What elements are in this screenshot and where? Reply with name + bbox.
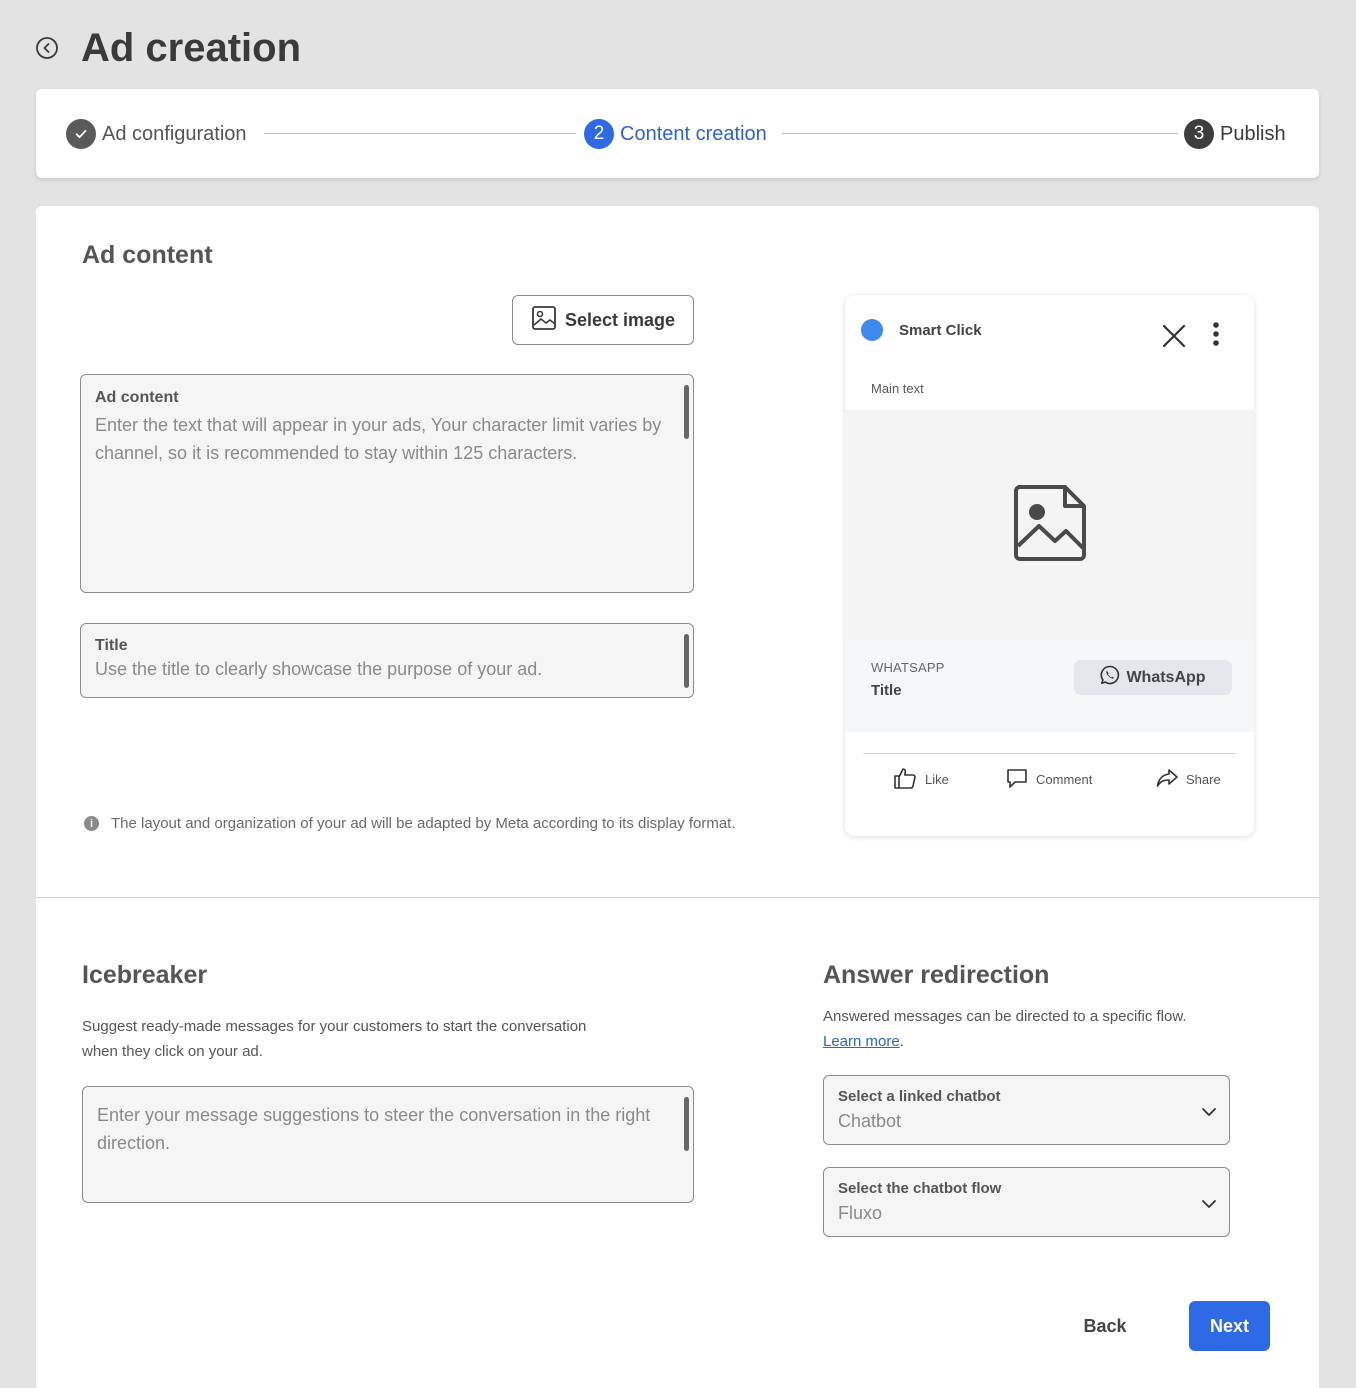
image-icon [1013, 484, 1087, 567]
comment-icon [1006, 767, 1028, 792]
stepper: Ad configuration 2 Content creation 3 Pu… [36, 89, 1319, 178]
preview-title: Title [871, 682, 902, 699]
preview-main-text: Main text [871, 381, 924, 396]
back-icon[interactable] [35, 36, 59, 60]
select-image-button[interactable]: Select image [512, 295, 694, 345]
learn-more-link[interactable]: Learn more [823, 1033, 900, 1050]
flow-select[interactable]: Select the chatbot flow Fluxo [823, 1167, 1230, 1237]
title-field[interactable]: Title [80, 623, 694, 698]
ad-content-field[interactable]: Ad content [80, 374, 694, 593]
icebreaker-description-line: when they click on your ad. [82, 1043, 263, 1060]
layout-note: i The layout and organization of your ad… [84, 815, 736, 832]
redirection-heading: Answer redirection [823, 961, 1050, 989]
preview-channel: WHATSAPP [871, 660, 945, 675]
thumbs-up-icon [893, 767, 917, 792]
chatbot-select[interactable]: Select a linked chatbot Chatbot [823, 1075, 1230, 1145]
step-ad-configuration[interactable]: Ad configuration [66, 119, 247, 149]
icebreaker-description: Suggest ready-made messages for your cus… [82, 1014, 642, 1064]
step-label: Ad configuration [102, 122, 247, 145]
back-button[interactable]: Back [1066, 1301, 1144, 1351]
image-icon [531, 305, 557, 336]
like-label: Like [925, 771, 949, 787]
scrollbar[interactable] [684, 385, 689, 439]
comment-button[interactable]: Comment [1006, 767, 1092, 791]
step-label: Content creation [620, 122, 767, 145]
share-label: Share [1186, 771, 1221, 787]
learn-more-line: Learn more. [823, 1033, 904, 1050]
share-icon [1156, 768, 1178, 791]
ad-preview: Smart Click Main text WHATSAPP Title Wha… [845, 295, 1254, 836]
info-icon: i [84, 816, 99, 831]
preview-brand: Smart Click [899, 322, 982, 339]
like-button[interactable]: Like [893, 767, 949, 791]
whatsapp-cta-button[interactable]: WhatsApp [1074, 660, 1232, 695]
next-button[interactable]: Next [1189, 1301, 1270, 1351]
share-button[interactable]: Share [1156, 767, 1221, 791]
title-label: Title [95, 637, 128, 654]
whatsapp-icon [1100, 665, 1120, 690]
icebreaker-description-line: Suggest ready-made messages for your cus… [82, 1018, 587, 1035]
scrollbar[interactable] [684, 634, 689, 688]
preview-image-placeholder [845, 410, 1254, 640]
chatbot-select-value: Chatbot [838, 1111, 902, 1131]
close-icon[interactable] [1161, 323, 1187, 354]
whatsapp-cta-label: WhatsApp [1126, 668, 1206, 686]
more-vertical-icon[interactable] [1211, 321, 1221, 352]
icebreaker-heading: Icebreaker [82, 961, 208, 989]
page-title: Ad creation [81, 26, 302, 70]
step-content-creation[interactable]: 2 Content creation [584, 119, 767, 149]
ad-content-label: Ad content [95, 389, 179, 406]
step-connector [264, 133, 576, 134]
redirection-description: Answered messages can be directed to a s… [823, 1004, 1243, 1054]
icebreaker-input[interactable] [97, 1101, 679, 1187]
select-image-label: Select image [564, 309, 676, 330]
flow-select-value: Fluxo [838, 1203, 883, 1223]
scrollbar[interactable] [684, 1097, 689, 1151]
section-divider [36, 897, 1319, 898]
flow-select-label: Select the chatbot flow [838, 1180, 1002, 1197]
chatbot-select-label: Select a linked chatbot [838, 1088, 1001, 1105]
step-label: Publish [1220, 122, 1286, 145]
step-number: 2 [584, 119, 614, 149]
chevron-down-icon [1201, 1196, 1217, 1214]
brand-avatar [861, 319, 883, 341]
ad-content-input[interactable] [95, 411, 679, 571]
ad-content-heading: Ad content [82, 241, 213, 269]
redirection-description-text: Answered messages can be directed to a s… [823, 1008, 1187, 1025]
step-publish[interactable]: 3 Publish [1184, 119, 1286, 149]
title-input[interactable] [95, 655, 679, 683]
chevron-down-icon [1201, 1104, 1217, 1122]
step-number: 3 [1184, 119, 1214, 149]
icebreaker-field[interactable] [82, 1086, 694, 1203]
comment-label: Comment [1036, 771, 1093, 787]
check-icon [66, 119, 96, 149]
step-connector [782, 133, 1178, 134]
divider [863, 753, 1236, 754]
layout-note-text: The layout and organization of your ad w… [111, 815, 736, 832]
